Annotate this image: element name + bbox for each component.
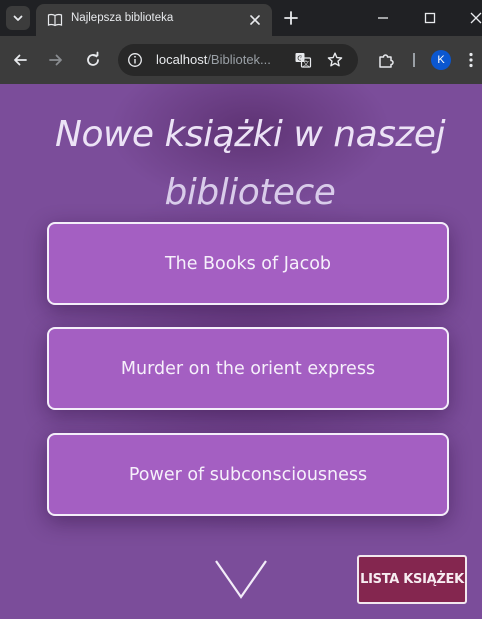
book-card[interactable]: Murder on the orient express — [47, 327, 449, 410]
back-arrow-icon[interactable] — [11, 51, 29, 69]
maximize-icon[interactable] — [422, 10, 438, 26]
browser-tab[interactable]: Najlepsza biblioteka — [36, 4, 272, 36]
reload-icon[interactable] — [84, 51, 102, 69]
book-card[interactable]: Power of subconsciousness — [47, 433, 449, 516]
book-list-button[interactable]: LISTA KSIĄŻEK — [357, 555, 467, 604]
tab-title: Najlepsza biblioteka — [71, 12, 174, 24]
heading-line-1: Nowe książki w naszej — [55, 114, 445, 155]
book-card[interactable]: The Books of Jacob — [47, 222, 449, 305]
url-text[interactable]: localhost/Bibliotek... — [156, 52, 271, 67]
translate-icon[interactable]: G 文 — [294, 51, 312, 69]
extensions-icon[interactable] — [377, 51, 395, 69]
plus-icon[interactable] — [282, 9, 300, 27]
book-icon — [47, 13, 63, 27]
heading-line-2: bibliotece — [164, 172, 336, 213]
address-bar[interactable]: localhost/Bibliotek... G 文 — [118, 44, 358, 76]
more-menu-icon[interactable] — [466, 51, 476, 69]
page-content: Nowe książki w naszej bibliotece The Boo… — [0, 84, 482, 619]
forward-arrow-icon[interactable] — [47, 51, 65, 69]
svg-text:文: 文 — [303, 58, 310, 67]
minimize-icon[interactable] — [375, 10, 391, 26]
star-icon[interactable] — [326, 51, 344, 69]
page-heading: Nowe książki w naszej bibliotece — [40, 106, 460, 222]
chevron-down-large-icon[interactable] — [214, 559, 268, 601]
profile-avatar[interactable]: K — [431, 50, 451, 70]
close-window-icon[interactable] — [468, 10, 482, 26]
toolbar-separator — [413, 53, 415, 67]
close-icon[interactable] — [247, 12, 263, 28]
chevron-down-icon — [13, 15, 23, 21]
url-path: /Bibliotek... — [207, 52, 271, 67]
tab-search-button[interactable] — [6, 6, 30, 30]
url-host: localhost — [156, 52, 208, 67]
info-icon[interactable] — [127, 52, 143, 68]
tab-strip: Najlepsza biblioteka — [0, 0, 482, 36]
browser-toolbar: localhost/Bibliotek... G 文 K — [0, 36, 482, 84]
